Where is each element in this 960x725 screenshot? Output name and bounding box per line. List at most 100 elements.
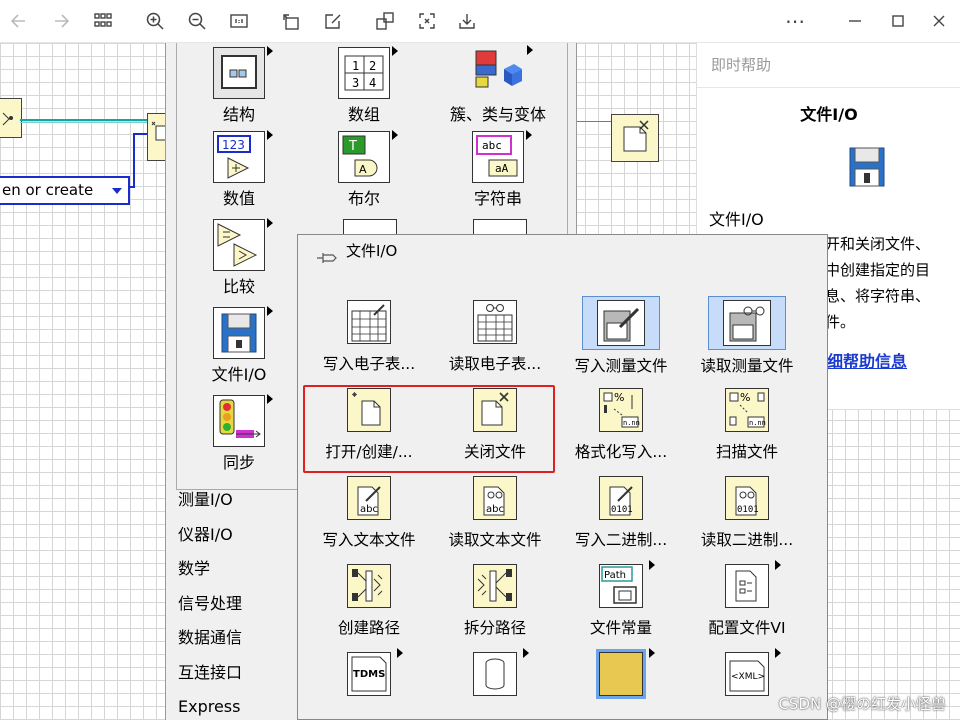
svg-text:Path: Path — [604, 570, 626, 581]
file-io-icon — [213, 306, 273, 359]
palette-item-string[interactable]: abc aA 字符串 — [448, 130, 548, 209]
detailed-help-link[interactable]: 细帮助信息 — [827, 348, 907, 372]
fileio-item-label: 拆分路径 — [463, 619, 526, 637]
palette-item-structures[interactable]: 结构 — [189, 46, 289, 125]
edit-icon[interactable] — [318, 6, 348, 36]
svg-text:T: T — [348, 139, 357, 154]
synchronization-icon — [213, 394, 273, 447]
fileio-file-constants[interactable]: Path 文件常量 — [558, 560, 684, 638]
fileio-storage[interactable] — [432, 648, 558, 699]
diagram-wire — [20, 122, 148, 123]
fileio-scan-from-file[interactable]: % n.nn 扫描文件 — [684, 385, 810, 462]
floppy-icon — [849, 147, 885, 191]
help-text-line: 开和关闭文件、 — [825, 235, 931, 253]
svg-text:<XML>: <XML> — [731, 672, 765, 682]
palette-item-boolean[interactable]: TA 布尔 — [314, 130, 414, 209]
more-icon[interactable]: ⋯ — [780, 6, 810, 36]
fileio-xml[interactable]: <XML> — [684, 648, 810, 699]
fileio-write-measurement-file[interactable]: 写入测量文件 — [558, 296, 684, 376]
storage-icon — [470, 648, 529, 699]
fileio-strip-path[interactable]: 拆分路径 — [432, 561, 558, 638]
format-into-file-icon: % n.nn — [596, 385, 646, 435]
minimize-icon[interactable] — [840, 6, 870, 36]
svg-text:TDMS: TDMS — [353, 669, 385, 680]
palette-item-array[interactable]: 1234 数组 — [314, 46, 414, 125]
palette-category-list: 测量I/O 仪器I/O 数学 信号处理 数据通信 互连接口 Express — [178, 483, 242, 725]
palette-item-label: 簇、类与变体 — [449, 105, 546, 124]
palette-item-comparison[interactable]: 比较 — [189, 218, 289, 297]
fileio-read-text-file[interactable]: abc 读取文本文件 — [432, 473, 558, 550]
fileio-format-into-file[interactable]: % n.nn 格式化写入... — [558, 385, 684, 462]
fileio-item-label: 创建路径 — [337, 619, 400, 637]
write-spreadsheet-icon — [344, 297, 394, 347]
xml-icon: <XML> — [722, 648, 781, 699]
fileio-item-label: 读取文本文件 — [448, 531, 542, 549]
palette-item-file-io[interactable]: 文件I/O — [189, 306, 289, 385]
file-io-title: 文件I/O — [346, 242, 398, 260]
svg-text:abc: abc — [482, 139, 502, 152]
maximize-icon[interactable] — [883, 6, 913, 36]
help-text-line: 件。 — [825, 313, 856, 331]
read-measurement-file-icon — [708, 296, 786, 350]
forward-icon[interactable] — [46, 6, 76, 36]
fileio-read-binary-file[interactable]: 0101 读取二进制... — [684, 473, 810, 550]
boolean-icon: TA — [338, 130, 398, 183]
close-icon[interactable] — [924, 6, 954, 36]
palette-item-label: 文件I/O — [211, 365, 267, 384]
svg-text:abc: abc — [486, 504, 504, 515]
fileio-item-label: 读取二进制... — [700, 531, 794, 549]
tdms-icon: TDMS — [344, 648, 403, 699]
strip-path-icon — [470, 561, 520, 611]
fileio-advanced[interactable] — [558, 648, 684, 699]
zoom-in-icon[interactable] — [140, 6, 170, 36]
file-io-subpalette: 文件I/O 写入电子表... 读取电子表... 写入测量文件 读取测量文件 打开… — [297, 234, 828, 720]
category-signal-processing[interactable]: 信号处理 — [178, 587, 242, 622]
fileio-read-spreadsheet[interactable]: 读取电子表... — [432, 297, 558, 374]
category-express[interactable]: Express — [178, 690, 242, 725]
fit-icon[interactable] — [224, 6, 254, 36]
category-data-communication[interactable]: 数据通信 — [178, 621, 242, 656]
grid-icon[interactable] — [88, 6, 118, 36]
category-connectivity[interactable]: 互连接口 — [178, 656, 242, 691]
fileio-read-measurement-file[interactable]: 读取测量文件 — [684, 296, 810, 376]
svg-text:n.nn: n.nn — [749, 419, 766, 427]
scan-from-file-icon: % n.nn — [722, 385, 772, 435]
fullscreen-icon[interactable] — [412, 6, 442, 36]
crop-icon[interactable] — [370, 6, 400, 36]
svg-text:3: 3 — [352, 76, 359, 90]
fileio-write-spreadsheet[interactable]: 写入电子表... — [306, 297, 432, 374]
fileio-build-path[interactable]: 创建路径 — [306, 561, 432, 638]
pin-icon[interactable] — [316, 244, 338, 276]
palette-item-label: 比较 — [222, 277, 255, 296]
svg-text:A: A — [359, 163, 367, 176]
category-mathematics[interactable]: 数学 — [178, 552, 242, 587]
diagram-node[interactable] — [0, 98, 22, 138]
svg-text:123: 123 — [222, 138, 245, 152]
svg-text:%: % — [740, 391, 750, 404]
open-or-create-control[interactable]: en or create — [0, 176, 130, 205]
diagram-wire — [575, 121, 611, 122]
dropdown-arrow-icon[interactable] — [112, 188, 122, 194]
fileio-item-label: 文件常量 — [589, 619, 652, 637]
rotate-icon[interactable] — [276, 6, 306, 36]
fileio-write-binary-file[interactable]: 0101 写入二进制... — [558, 473, 684, 550]
palette-item-numeric[interactable]: 123 数值 — [189, 130, 289, 209]
fileio-item-label: 写入文本文件 — [322, 531, 416, 549]
viewer-toolbar: ⋯ — [0, 0, 960, 43]
palette-item-label: 结构 — [222, 105, 255, 124]
back-icon[interactable] — [4, 6, 34, 36]
palette-item-cluster[interactable]: 簇、类与变体 — [448, 45, 548, 125]
array-icon: 1234 — [338, 46, 398, 99]
fileio-write-text-file[interactable]: abc 写入文本文件 — [306, 473, 432, 550]
fileio-tdms[interactable]: TDMS — [306, 648, 432, 699]
download-icon[interactable] — [452, 6, 482, 36]
category-instrument-io[interactable]: 仪器I/O — [178, 518, 242, 553]
close-file-node[interactable] — [611, 114, 659, 162]
fileio-config-file-vis[interactable]: 配置文件VI — [684, 560, 810, 638]
palette-item-synchronization[interactable]: 同步 — [189, 394, 289, 473]
svg-text:%: % — [614, 391, 624, 404]
comparison-icon — [213, 218, 273, 271]
zoom-out-icon[interactable] — [182, 6, 212, 36]
write-text-file-icon: abc — [344, 473, 394, 523]
category-measurement-io[interactable]: 测量I/O — [178, 483, 242, 518]
